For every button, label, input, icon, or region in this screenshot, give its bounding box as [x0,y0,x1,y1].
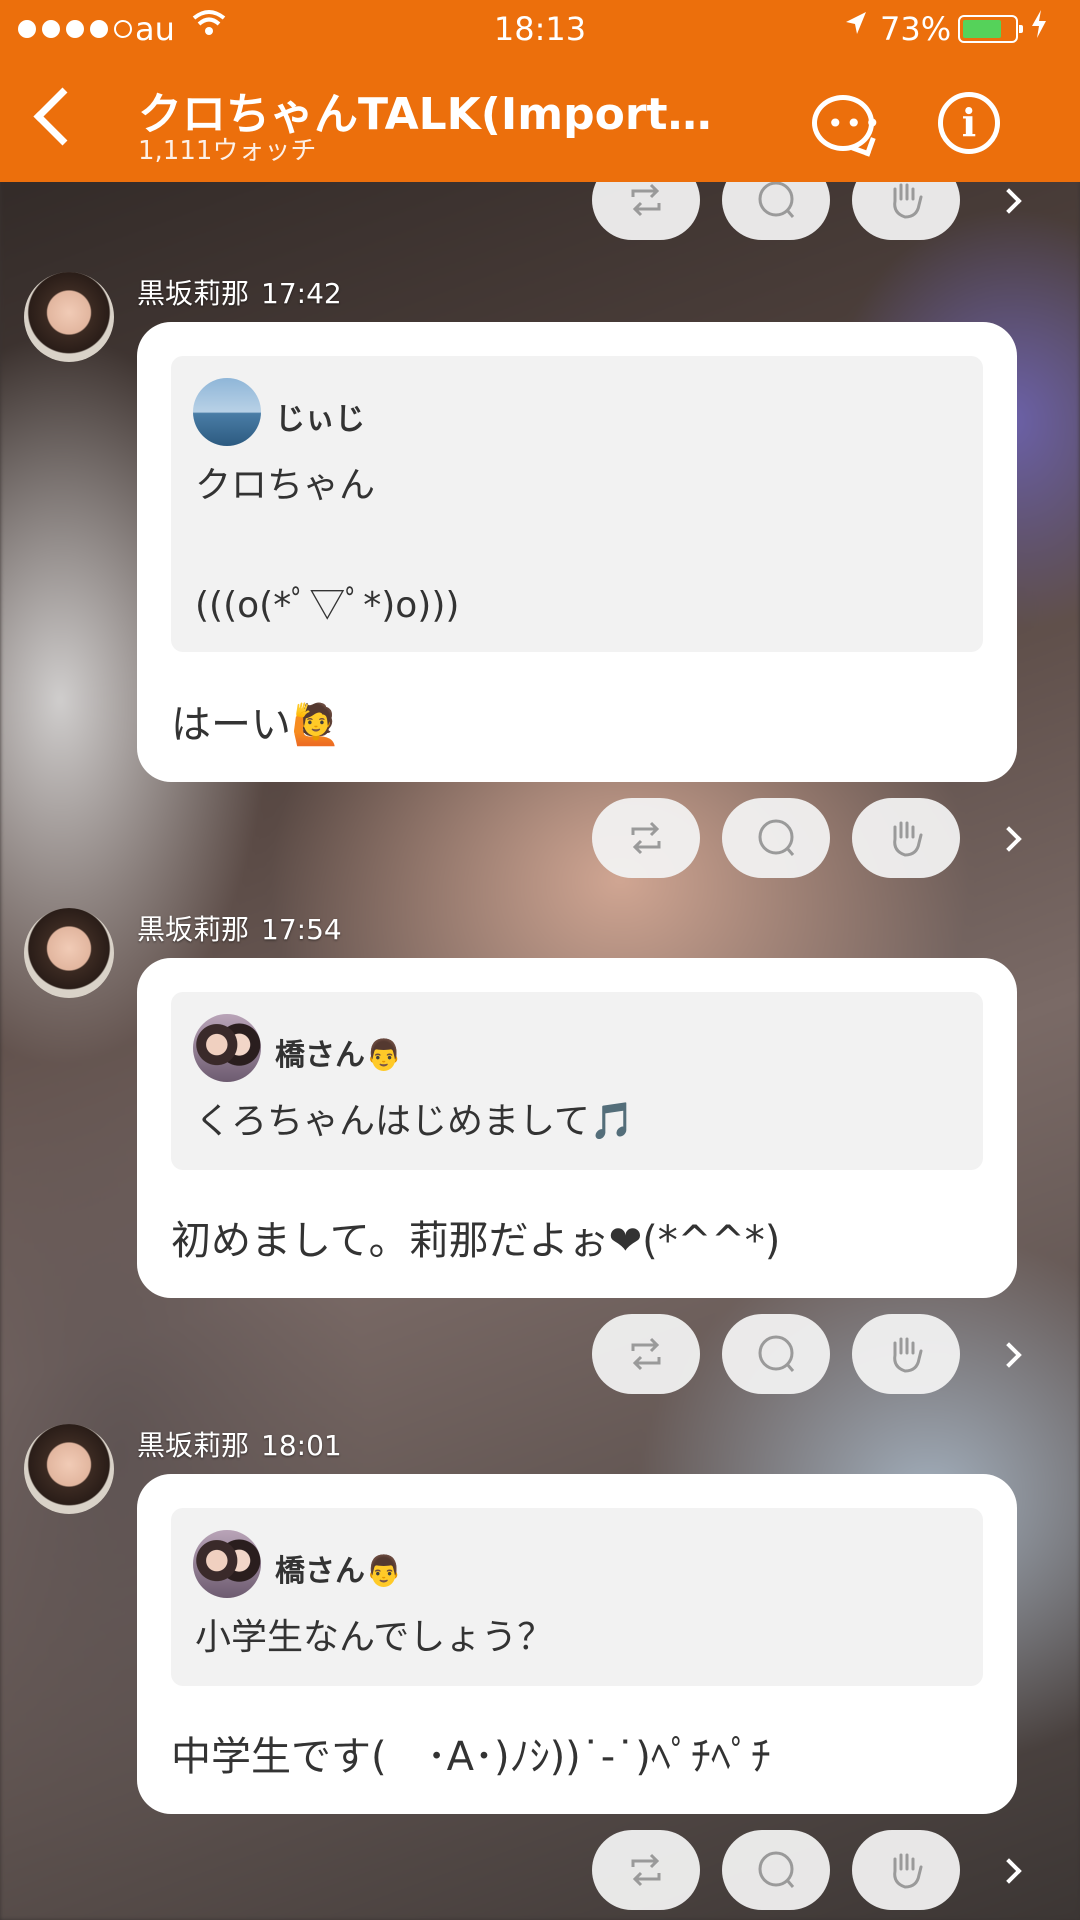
quote-author: 橋さん👨 [275,1554,403,1589]
author-name: 黒坂莉那 [137,1429,250,1462]
quote-text: クロちゃん (((o(*ﾟ▽ﾟ*)o))) [195,465,460,626]
quoted-message[interactable]: じぃじ クロちゃん (((o(*ﾟ▽ﾟ*)o))) [171,356,983,652]
watch-count: 1,111ウォッチ [138,136,317,166]
clap-button[interactable] [852,182,960,240]
avatar[interactable] [24,1424,114,1514]
action-row [592,798,1072,878]
clap-icon [893,1853,923,1889]
quote-text: 小学生なんでしょう？ [195,1617,554,1658]
reply-text: 中学生です( ･A･)ﾉｼ))˙-˙)ﾍﾟﾁﾍﾟﾁ [171,1734,771,1780]
quoted-message[interactable]: 橋さん👨 小学生なんでしょう？ [171,1508,983,1686]
quote-author: じぃじ [275,402,365,437]
message-bubble[interactable]: 橋さん👨 小学生なんでしょう？ 中学生です( ･A･)ﾉｼ))˙-˙)ﾍﾟﾁﾍﾟ… [137,1474,1017,1814]
retweet-button[interactable] [592,182,700,240]
quote-avatar [193,1014,261,1082]
battery-icon [958,15,1023,43]
post-time: 18:01 [261,1429,342,1462]
charging-bolt-icon [1030,8,1048,48]
header-bar: au 18:13 73% クロちゃんTALK(Importan… 1,111ウォ… [0,0,1080,182]
chevron-right-icon[interactable] [992,1850,1032,1890]
comment-icon [758,819,795,856]
comment-button[interactable] [722,1830,830,1910]
author-name: 黒坂莉那 [137,913,250,946]
retweet-icon [631,1337,661,1371]
comment-icon [758,182,795,218]
comment-icon [758,1851,795,1888]
reply-text: 初めまして。莉那だよぉ❤(*^^*) [171,1218,781,1264]
post-meta: 黒坂莉那 18:01 [137,1424,342,1464]
comment-icon [758,1335,795,1372]
retweet-icon [631,1853,661,1887]
comment-button[interactable] [722,1314,830,1394]
chat-bubble-icon[interactable]: ••• [812,95,881,151]
quote-avatar [193,378,261,446]
quoted-message[interactable]: 橋さん👨 くろちゃんはじめまして🎵 [171,992,983,1170]
retweet-button[interactable] [592,798,700,878]
post-time: 17:42 [261,277,342,310]
retweet-icon [631,183,661,217]
clap-icon [893,821,923,857]
chevron-right-icon[interactable] [992,182,1032,220]
chevron-right-icon[interactable] [992,818,1032,858]
location-arrow-icon [842,8,868,48]
author-name: 黒坂莉那 [137,277,250,310]
message-bubble[interactable]: 橋さん👨 くろちゃんはじめまして🎵 初めまして。莉那だよぉ❤(*^^*) [137,958,1017,1298]
chevron-right-icon[interactable] [992,1334,1032,1374]
quote-text: くろちゃんはじめまして🎵 [195,1101,635,1142]
info-icon[interactable]: i [938,92,1000,154]
retweet-button[interactable] [592,1314,700,1394]
action-row [592,1314,1072,1394]
quote-author: 橋さん👨 [275,1038,403,1073]
retweet-button[interactable] [592,1830,700,1910]
quote-avatar [193,1530,261,1598]
clap-icon [893,1337,923,1373]
clap-button[interactable] [852,798,960,878]
clap-button[interactable] [852,1314,960,1394]
comment-button[interactable] [722,182,830,240]
retweet-icon [631,821,661,855]
reply-text: はーい🙋 [171,702,341,748]
post-meta: 黒坂莉那 17:42 [137,272,342,312]
battery-percent: 73% [880,10,952,48]
clap-button[interactable] [852,1830,960,1910]
avatar[interactable] [24,272,114,362]
status-bar: au 18:13 73% [0,0,1080,58]
message-bubble[interactable]: じぃじ クロちゃん (((o(*ﾟ▽ﾟ*)o))) はーい🙋 [137,322,1017,782]
clap-icon [893,183,923,219]
post-meta: 黒坂莉那 17:54 [137,908,342,948]
back-button[interactable] [26,80,96,160]
action-row [592,1830,1072,1910]
talk-feed[interactable]: 黒坂莉那 17:42 じぃじ クロちゃん (((o(*ﾟ▽ﾟ*)o))) はーい🙋… [0,182,1080,1920]
avatar[interactable] [24,908,114,998]
action-row [592,182,1072,240]
comment-button[interactable] [722,798,830,878]
post-time: 17:54 [261,913,342,946]
